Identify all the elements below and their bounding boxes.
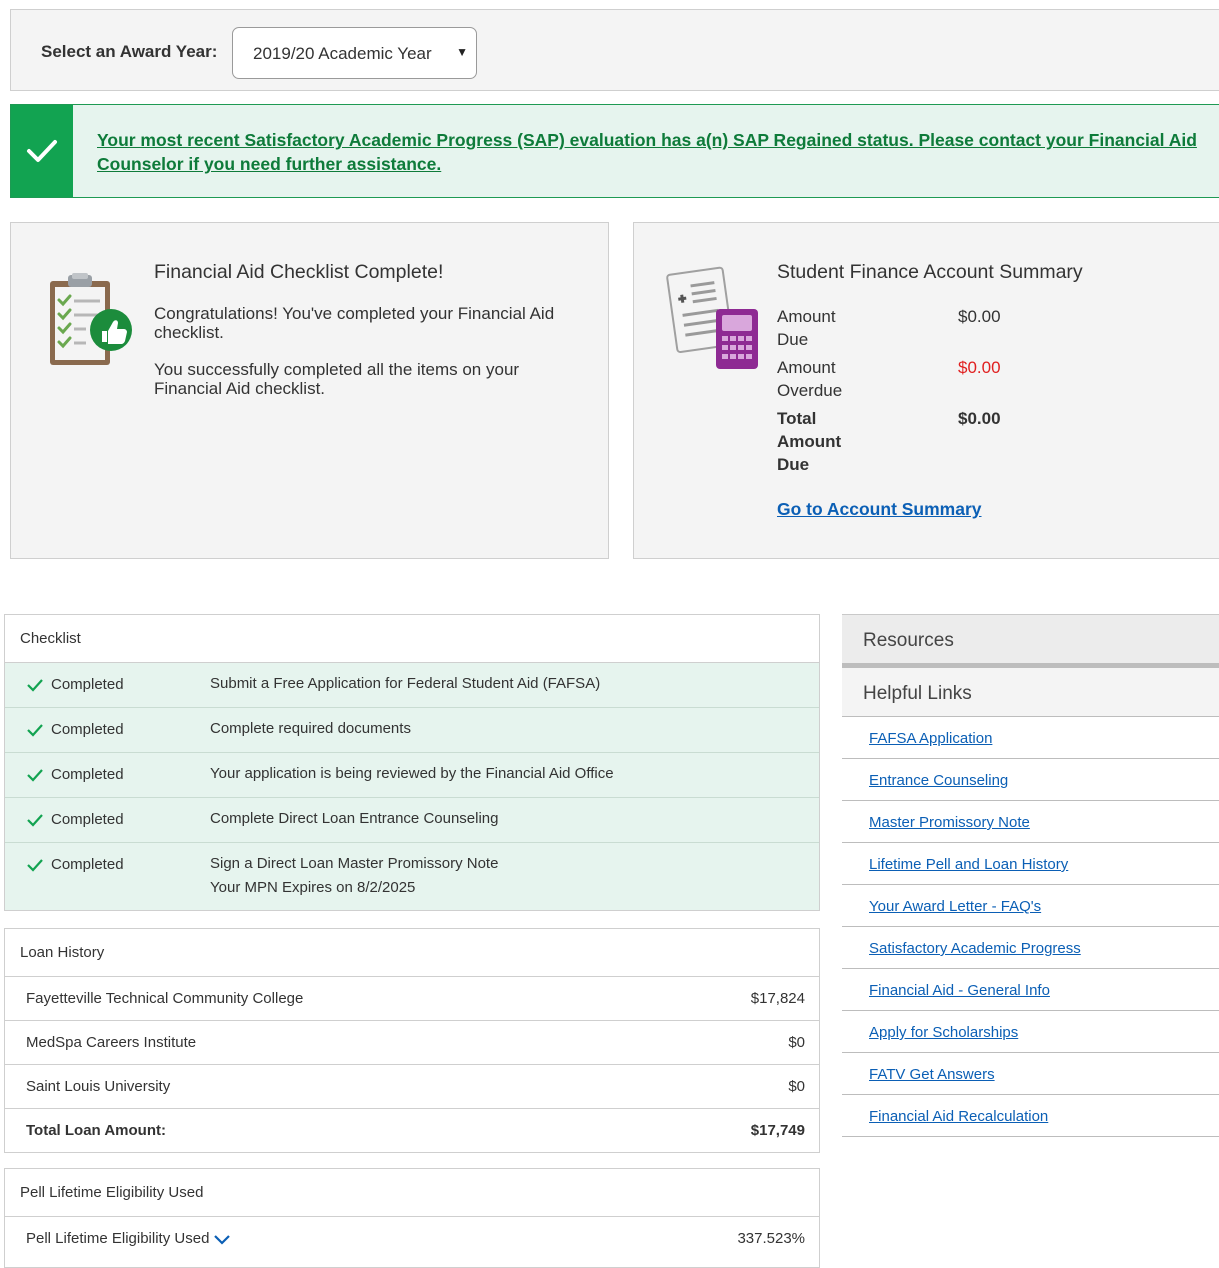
- helpful-link-item: Apply for Scholarships: [842, 1011, 1219, 1053]
- checklist-card-title: Financial Aid Checklist Complete!: [154, 261, 444, 283]
- sap-status-banner: Your most recent Satisfactory Academic P…: [10, 104, 1219, 198]
- fatv-get-answers-link[interactable]: FATV Get Answers: [869, 1066, 995, 1083]
- loan-row: MedSpa Careers Institute $0: [5, 1021, 819, 1065]
- loan-amount: $17,824: [750, 990, 805, 1007]
- loan-history-panel: Loan History Fayetteville Technical Comm…: [4, 928, 820, 1153]
- resources-heading: Resources: [842, 614, 1219, 668]
- go-to-account-summary-link[interactable]: Go to Account Summary: [777, 499, 982, 520]
- helpful-link-item: Financial Aid - General Info: [842, 969, 1219, 1011]
- checklist-complete-card: Financial Aid Checklist Complete! Congra…: [10, 222, 609, 559]
- entrance-counseling-link[interactable]: Entrance Counseling: [869, 772, 1008, 789]
- checklist-status: Completed: [51, 811, 124, 828]
- amount-due-value: $0.00: [958, 307, 1001, 326]
- checklist-row: Completed Submit a Free Application for …: [5, 663, 819, 708]
- helpful-link-item: Lifetime Pell and Loan History: [842, 843, 1219, 885]
- award-letter-faq-link[interactable]: Your Award Letter - FAQ's: [869, 898, 1041, 915]
- pell-heading: Pell Lifetime Eligibility Used: [5, 1169, 819, 1217]
- loan-history-heading: Loan History: [5, 929, 819, 977]
- checklist-heading: Checklist: [5, 615, 819, 663]
- loan-school-name: Saint Louis University: [26, 1078, 171, 1095]
- pell-row-label: Pell Lifetime Eligibility Used: [26, 1230, 210, 1247]
- total-amount-due-value: $0.00: [958, 409, 1001, 428]
- checklist-description: Your application is being reviewed by th…: [210, 765, 614, 782]
- checkmark-icon: [27, 769, 43, 782]
- loan-row: Saint Louis University $0: [5, 1065, 819, 1109]
- helpful-links-heading: Helpful Links: [842, 668, 1219, 717]
- checklist-panel: Checklist Completed Submit a Free Applic…: [4, 614, 820, 911]
- checklist-description: Complete Direct Loan Entrance Counseling: [210, 810, 499, 827]
- checklist-description: Sign a Direct Loan Master Promissory Not…: [210, 855, 499, 872]
- sap-checkmark-box: [11, 105, 73, 197]
- helpful-link-item: FAFSA Application: [842, 717, 1219, 759]
- pell-value: 337.523%: [737, 1230, 805, 1247]
- lifetime-pell-loan-history-link[interactable]: Lifetime Pell and Loan History: [869, 856, 1068, 873]
- checklist-status: Completed: [51, 721, 124, 738]
- amount-overdue-value: $0.00: [958, 358, 1001, 377]
- checklist-row: Completed Complete Direct Loan Entrance …: [5, 798, 819, 843]
- checklist-description: Complete required documents: [210, 720, 411, 737]
- sap-link[interactable]: Satisfactory Academic Progress: [869, 940, 1081, 957]
- award-year-select[interactable]: 2019/20 Academic Year ▼: [232, 27, 477, 79]
- amount-due-label: Amount Due: [777, 307, 836, 349]
- award-year-label: Select an Award Year:: [41, 42, 218, 61]
- pell-heading-text: Pell Lifetime Eligibility Used: [20, 1184, 204, 1201]
- amount-overdue-label: Amount Overdue: [777, 358, 843, 400]
- chevron-down-icon: [214, 1235, 231, 1245]
- pell-eligibility-panel: Pell Lifetime Eligibility Used Pell Life…: [4, 1168, 820, 1268]
- apply-scholarships-link[interactable]: Apply for Scholarships: [869, 1024, 1018, 1041]
- checkmark-icon: [27, 814, 43, 827]
- loan-history-heading-text: Loan History: [20, 944, 105, 961]
- loan-school-name: Fayetteville Technical Community College: [26, 990, 304, 1007]
- total-amount-due-label: Total Amount Due: [777, 409, 842, 474]
- helpful-links-heading-text: Helpful Links: [863, 683, 972, 704]
- loan-school-name: MedSpa Careers Institute: [26, 1034, 197, 1051]
- checklist-row: Completed Sign a Direct Loan Master Prom…: [5, 843, 819, 910]
- pell-row[interactable]: Pell Lifetime Eligibility Used 337.523%: [5, 1217, 819, 1260]
- checkmark-icon: [27, 724, 43, 737]
- fafsa-application-link[interactable]: FAFSA Application: [869, 730, 992, 747]
- loan-total-label: Total Loan Amount:: [26, 1122, 166, 1139]
- checklist-row: Completed Your application is being revi…: [5, 753, 819, 798]
- loan-amount: $0: [788, 1034, 805, 1051]
- loan-total-amount: $17,749: [750, 1122, 805, 1139]
- invoice-calculator-icon: [666, 266, 758, 369]
- award-year-bar: Select an Award Year: 2019/20 Academic Y…: [10, 9, 1219, 91]
- helpful-link-item: Your Award Letter - FAQ's: [842, 885, 1219, 927]
- checklist-description: Submit a Free Application for Federal St…: [210, 675, 601, 692]
- loan-amount: $0: [788, 1078, 805, 1095]
- checklist-card-summary: You successfully completed all the items…: [154, 360, 520, 398]
- mpn-expiration-note: Your MPN Expires on 8/2/2025: [210, 879, 416, 896]
- checklist-heading-text: Checklist: [20, 630, 81, 647]
- checkmark-icon: [27, 140, 57, 162]
- checklist-row: Completed Complete required documents: [5, 708, 819, 753]
- loan-total-row: Total Loan Amount: $17,749: [5, 1109, 819, 1152]
- checklist-status: Completed: [51, 856, 124, 873]
- helpful-link-item: Entrance Counseling: [842, 759, 1219, 801]
- financial-aid-recalculation-link[interactable]: Financial Aid Recalculation: [869, 1108, 1048, 1125]
- checkmark-icon: [27, 679, 43, 692]
- finance-card-title: Student Finance Account Summary: [777, 261, 1083, 283]
- helpful-link-item: Financial Aid Recalculation: [842, 1095, 1219, 1137]
- checklist-status: Completed: [51, 676, 124, 693]
- checklist-card-congrats: Congratulations! You've completed your F…: [154, 304, 555, 342]
- helpful-link-item: Satisfactory Academic Progress: [842, 927, 1219, 969]
- dropdown-caret-icon: ▼: [456, 45, 468, 59]
- sap-status-link[interactable]: Your most recent Satisfactory Academic P…: [97, 128, 1197, 176]
- master-promissory-note-link[interactable]: Master Promissory Note: [869, 814, 1030, 831]
- helpful-link-item: FATV Get Answers: [842, 1053, 1219, 1095]
- helpful-link-item: Master Promissory Note: [842, 801, 1219, 843]
- award-year-selected-value: 2019/20 Academic Year: [253, 44, 432, 63]
- pell-row-toggle[interactable]: Pell Lifetime Eligibility Used: [26, 1230, 231, 1247]
- loan-row: Fayetteville Technical Community College…: [5, 977, 819, 1021]
- checklist-status: Completed: [51, 766, 124, 783]
- clipboard-thumbs-up-icon: [50, 273, 132, 365]
- resources-sidebar: Resources Helpful Links FAFSA Applicatio…: [842, 614, 1219, 1137]
- finance-summary-card: Student Finance Account Summary Amount D…: [633, 222, 1219, 559]
- financial-aid-general-info-link[interactable]: Financial Aid - General Info: [869, 982, 1050, 999]
- resources-heading-text: Resources: [863, 630, 954, 651]
- checkmark-icon: [27, 859, 43, 872]
